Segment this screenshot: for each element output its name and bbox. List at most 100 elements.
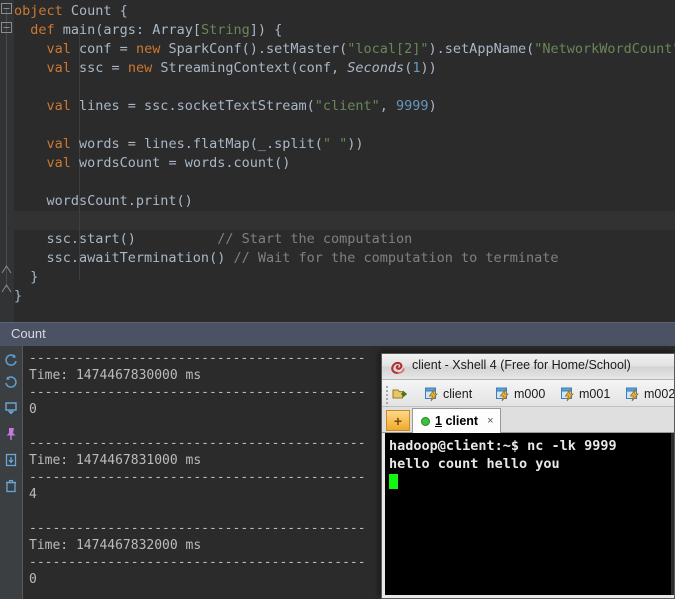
tab-name: client [445, 414, 479, 428]
open-folder-icon [392, 386, 409, 402]
code-token: wordsCount.print() [14, 193, 193, 209]
code-token: Seconds [347, 60, 405, 76]
terminal-line: hello count hello you [389, 456, 560, 472]
code-line: val ssc = new StreamingContext(conf, Sec… [14, 59, 675, 78]
plus-icon: + [393, 412, 403, 429]
trash-icon[interactable] [4, 478, 18, 493]
terminal-scrollbar[interactable] [671, 433, 674, 595]
pin-icon[interactable] [4, 426, 18, 440]
code-token: SparkConf().setMaster( [160, 41, 348, 57]
close-tab-icon[interactable]: × [487, 415, 493, 427]
code-line: val conf = new SparkConf().setMaster("lo… [14, 40, 675, 59]
code-line: } [14, 287, 675, 306]
code-token: )) [420, 60, 437, 76]
code-token: object [14, 3, 63, 19]
fold-marker-expanded-icon[interactable] [1, 22, 12, 33]
code-line: def main(args: Array[String]) { [14, 21, 675, 40]
code-token: " " [322, 136, 348, 152]
toolbar-item-label: m002 [644, 386, 675, 401]
xshell-window-title: client - Xshell 4 (Free for Home/School) [412, 358, 631, 372]
code-editor[interactable]: object Count { def main(args: Array[Stri… [0, 0, 675, 322]
code-token: val [46, 60, 71, 76]
xshell-titlebar[interactable]: client - Xshell 4 (Free for Home/School) [382, 354, 674, 380]
toolbar-grip[interactable] [385, 384, 390, 408]
code-token: } [14, 288, 23, 304]
console-header[interactable]: Count [0, 322, 675, 346]
code-token: conf = [70, 41, 136, 57]
fold-guide-line [6, 8, 7, 288]
code-line: ssc.awaitTermination() // Wait for the c… [14, 249, 675, 268]
code-token: ssc.start() [14, 231, 218, 247]
console-output-line: 0 [29, 572, 37, 587]
console-output-line: 4 [29, 487, 37, 502]
code-token: lines = ssc.socketTextStream( [70, 98, 315, 114]
session-tab-client[interactable]: 1 client × [412, 408, 501, 433]
code-token: ssc.awaitTermination() [14, 250, 234, 266]
code-token: 9999 [396, 98, 429, 114]
console-output-line: ----------------------------------------… [29, 436, 366, 451]
console-output-line: ----------------------------------------… [29, 385, 366, 400]
editor-gutter[interactable] [0, 0, 14, 322]
session-icon [495, 386, 512, 402]
code-token: main(args: Array[ [54, 22, 201, 38]
fold-marker-end-icon[interactable] [1, 264, 12, 275]
code-token: new [135, 41, 161, 57]
toolbar-item-label: m001 [579, 386, 611, 401]
code-token: String [200, 22, 250, 38]
code-token: } [14, 269, 39, 285]
code-token: // Wait for the computation to terminate [233, 250, 559, 266]
rerun-failed-icon[interactable] [4, 374, 18, 388]
console-output-line: ----------------------------------------… [29, 470, 366, 485]
xshell-toolbar[interactable]: client m000 m001 m002 [382, 380, 675, 408]
code-token: words = lines.flatMap(_.split( [70, 136, 323, 152]
code-token: // Start the computation [217, 231, 413, 247]
session-icon [625, 386, 642, 402]
xshell-window[interactable]: client - Xshell 4 (Free for Home/School)… [381, 353, 675, 599]
console-output-line: Time: 1474467830000 ms [29, 368, 202, 383]
fold-marker-expanded-icon[interactable] [1, 3, 12, 14]
app-window: object Count { def main(args: Array[Stri… [0, 0, 675, 599]
toolbar-item-m000[interactable]: m000 [495, 384, 545, 403]
code-token: ) [428, 98, 437, 114]
code-token: val [46, 155, 71, 171]
toolbar-item-client[interactable]: client [424, 384, 472, 403]
code-token: ]) { [249, 22, 283, 38]
terminal-line: hadoop@client:~$ nc -lk 9999 [389, 438, 617, 454]
code-token: val [46, 136, 71, 152]
connected-status-dot-icon [421, 416, 430, 426]
console-output-line: 0 [29, 402, 37, 417]
xshell-tabbar[interactable]: + 1 client × [382, 407, 674, 433]
toolbar-item-label: m000 [514, 386, 546, 401]
session-tab-label: 1 client [435, 414, 478, 428]
toolbar-item-m001[interactable]: m001 [560, 384, 610, 403]
open-session-button[interactable] [392, 384, 411, 403]
editor-text-area[interactable]: object Count { def main(args: Array[Stri… [14, 0, 675, 322]
code-token: new [127, 60, 153, 76]
fold-marker-end-icon[interactable] [1, 283, 12, 294]
code-line: val lines = ssc.socketTextStream("client… [14, 97, 675, 116]
console-output-line: ----------------------------------------… [29, 351, 366, 366]
scroll-to-end-icon[interactable] [4, 400, 18, 415]
tab-index: 1 [435, 414, 442, 428]
terminal-output[interactable]: hadoop@client:~$ nc -lk 9999 hello count … [385, 433, 671, 595]
code-token: StreamingContext(conf, [152, 60, 348, 76]
code-token: def [30, 22, 55, 38]
console-toolbar[interactable] [0, 346, 22, 599]
console-output-line: ----------------------------------------… [29, 521, 366, 536]
new-tab-button[interactable]: + [386, 410, 410, 431]
code-line: ssc.start() // Start the computation [14, 230, 675, 249]
code-token: val [46, 41, 71, 57]
toolbar-item-m002[interactable]: m002 [625, 384, 675, 403]
console-title: Count [11, 326, 46, 341]
code-token: ).setAppName( [428, 41, 535, 57]
code-token: "NetworkWordCount" [534, 41, 675, 57]
export-icon[interactable] [4, 452, 18, 467]
rerun-icon[interactable] [4, 352, 18, 366]
